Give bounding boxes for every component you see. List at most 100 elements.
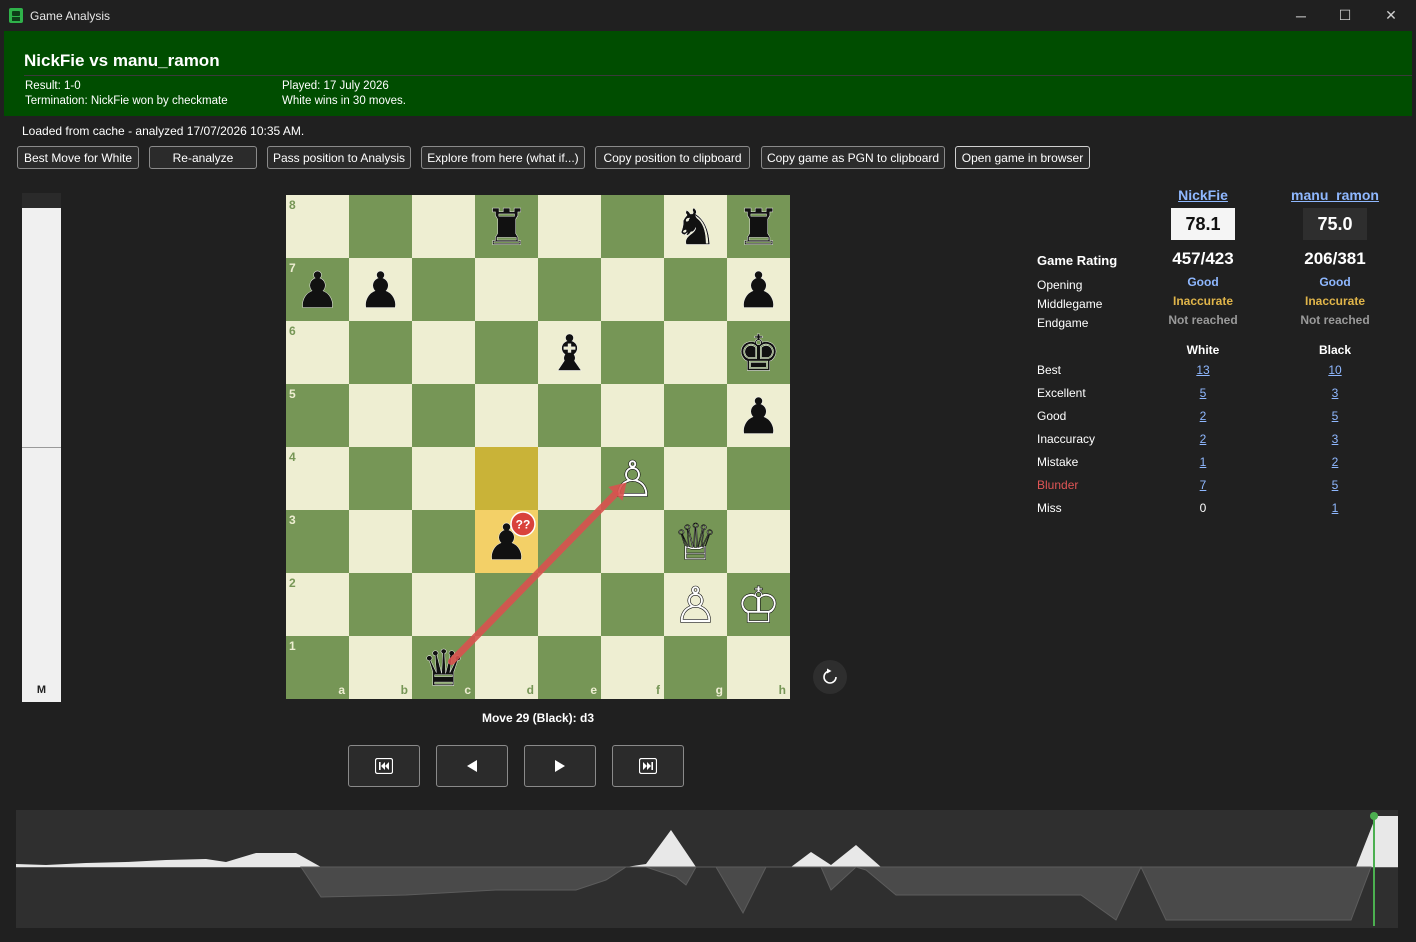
best-move-button[interactable]: Best Move for White <box>17 146 139 169</box>
eval-graph[interactable] <box>16 810 1398 928</box>
first-move-button[interactable] <box>348 745 420 787</box>
square-h4[interactable] <box>727 447 790 510</box>
square-c8[interactable] <box>412 195 475 258</box>
count-white-inaccuracy[interactable]: 2 <box>1143 432 1263 446</box>
square-f2[interactable] <box>601 573 664 636</box>
square-d5[interactable] <box>475 384 538 447</box>
count-white-mistake[interactable]: 1 <box>1143 455 1263 469</box>
count-white-excellent[interactable]: 5 <box>1143 386 1263 400</box>
count-black-mistake[interactable]: 2 <box>1275 455 1395 469</box>
square-c3[interactable] <box>412 510 475 573</box>
square-f5[interactable] <box>601 384 664 447</box>
square-e7[interactable] <box>538 258 601 321</box>
close-button[interactable]: ✕ <box>1368 0 1414 31</box>
maximize-button[interactable]: ☐ <box>1322 0 1368 31</box>
piece-h8[interactable]: ♜ <box>736 198 781 257</box>
chess-board[interactable]: 8 7 6 5 4 3 2 1 a b c d e f g h ♜ ♞ ♜ ♟ ♟ ♟ ♝ ♚ ♟ ♙ ♟ ♕ ♙ ♔ ♛?? <box>286 195 790 699</box>
square-e4[interactable] <box>538 447 601 510</box>
square-c6[interactable] <box>412 321 475 384</box>
copy-position-button[interactable]: Copy position to clipboard <box>595 146 750 169</box>
square-g6[interactable] <box>664 321 727 384</box>
phase-white-endgame: Not reached <box>1168 313 1238 327</box>
count-black-miss[interactable]: 1 <box>1275 501 1395 515</box>
piece-b7[interactable]: ♟ <box>358 261 403 320</box>
square-g7[interactable] <box>664 258 727 321</box>
square-d4[interactable] <box>475 447 538 510</box>
class-label-mistake: Mistake <box>1037 455 1079 469</box>
piece-a7[interactable]: ♟ <box>295 261 340 320</box>
square-g4[interactable] <box>664 447 727 510</box>
reanalyze-button[interactable]: Re-analyze <box>149 146 257 169</box>
square-b3[interactable] <box>349 510 412 573</box>
square-b2[interactable] <box>349 573 412 636</box>
square-c2[interactable] <box>412 573 475 636</box>
square-f1[interactable] <box>601 636 664 699</box>
square-b8[interactable] <box>349 195 412 258</box>
square-e8[interactable] <box>538 195 601 258</box>
square-d7[interactable] <box>475 258 538 321</box>
piece-d8[interactable]: ♜ <box>484 198 529 257</box>
count-black-best[interactable]: 10 <box>1275 363 1395 377</box>
count-white-blunder[interactable]: 7 <box>1143 478 1263 492</box>
piece-h5[interactable]: ♟ <box>736 387 781 446</box>
header-divider <box>24 75 1412 76</box>
square-h3[interactable] <box>727 510 790 573</box>
piece-h6[interactable]: ♚ <box>736 324 781 383</box>
count-black-inaccuracy[interactable]: 3 <box>1275 432 1395 446</box>
square-c5[interactable] <box>412 384 475 447</box>
square-f7[interactable] <box>601 258 664 321</box>
piece-e6[interactable]: ♝ <box>547 324 592 383</box>
rank-label: 8 <box>289 198 296 212</box>
phase-black-endgame: Not reached <box>1300 313 1370 327</box>
square-b5[interactable] <box>349 384 412 447</box>
phase-white-opening: Good <box>1187 275 1219 289</box>
piece-c1[interactable]: ♛ <box>421 639 466 698</box>
square-d6[interactable] <box>475 321 538 384</box>
square-b4[interactable] <box>349 447 412 510</box>
minimize-button[interactable]: ─ <box>1278 0 1324 31</box>
square-c7[interactable] <box>412 258 475 321</box>
title-bar: Game Analysis ─ ☐ ✕ <box>0 0 1416 31</box>
piece-h7[interactable]: ♟ <box>736 261 781 320</box>
piece-g2[interactable]: ♙ <box>673 576 718 635</box>
white-advantage-area <box>16 816 1398 867</box>
square-f6[interactable] <box>601 321 664 384</box>
square-b6[interactable] <box>349 321 412 384</box>
square-f8[interactable] <box>601 195 664 258</box>
white-column-header: White <box>1186 343 1220 357</box>
piece-g8[interactable]: ♞ <box>673 198 718 257</box>
eval-graph-svg[interactable] <box>16 810 1398 928</box>
black-accuracy: 206/381 <box>1304 249 1366 268</box>
black-player-link[interactable]: manu_ramon <box>1275 187 1395 203</box>
square-e5[interactable] <box>538 384 601 447</box>
count-white-miss: 0 <box>1199 501 1207 515</box>
prev-move-button[interactable] <box>436 745 508 787</box>
phase-white-middlegame: Inaccurate <box>1172 294 1234 308</box>
next-move-button[interactable] <box>524 745 596 787</box>
square-c4[interactable] <box>412 447 475 510</box>
board-svg[interactable]: 87654321a b c d e f g h♜ ♞ ♜♟ ♟ ♟♝ ♚♟♙♟ ♕♙ ♔♛?? <box>286 195 790 699</box>
pass-position-button[interactable]: Pass position to Analysis <box>267 146 411 169</box>
rank-label: 4 <box>289 450 296 464</box>
piece-h2[interactable]: ♔ <box>736 576 781 635</box>
square-e2[interactable] <box>538 573 601 636</box>
copy-pgn-button[interactable]: Copy game as PGN to clipboard <box>761 146 945 169</box>
count-black-good[interactable]: 5 <box>1275 409 1395 423</box>
white-player-link[interactable]: NickFie <box>1143 187 1263 203</box>
count-white-best[interactable]: 13 <box>1143 363 1263 377</box>
count-black-blunder[interactable]: 5 <box>1275 478 1395 492</box>
explore-button[interactable]: Explore from here (what if...) <box>421 146 585 169</box>
square-f3[interactable] <box>601 510 664 573</box>
piece-f4[interactable]: ♙ <box>610 450 655 509</box>
piece-g3[interactable]: ♕ <box>673 513 718 572</box>
next-icon <box>555 760 565 772</box>
open-browser-button[interactable]: Open game in browser <box>955 146 1090 169</box>
square-g5[interactable] <box>664 384 727 447</box>
app-icon <box>9 8 23 23</box>
phase-black-opening: Good <box>1319 275 1351 289</box>
class-label-best: Best <box>1037 363 1062 377</box>
last-move-button[interactable] <box>612 745 684 787</box>
flip-board-button[interactable] <box>813 660 847 694</box>
count-white-good[interactable]: 2 <box>1143 409 1263 423</box>
count-black-excellent[interactable]: 3 <box>1275 386 1395 400</box>
